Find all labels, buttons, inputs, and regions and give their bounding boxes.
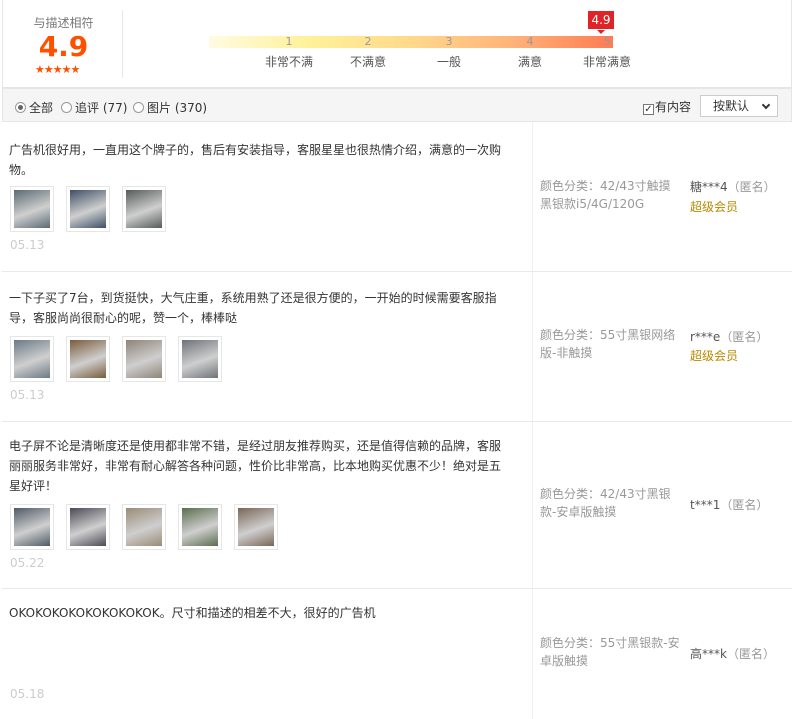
scale-tick: 5	[603, 35, 611, 48]
filter-all-radio[interactable]: 全部	[15, 99, 54, 115]
filter-label: 追评 (77)	[75, 101, 128, 115]
reviewer-nick: 糖***4	[690, 180, 728, 194]
radio-icon	[61, 102, 72, 113]
checkmark-icon: ✓	[643, 104, 654, 115]
scale-tick: 4	[526, 35, 534, 48]
review-sku: 颜色分类：42/43寸黑银款-安卓版触摸	[540, 487, 671, 519]
reviews-panel: 与描述相符 4.9 ★★★★★ 4.9 1 2 3 4 5 非常不满 不满意 一…	[2, 0, 792, 719]
review-photo[interactable]	[10, 186, 54, 232]
anonymous-tag: （匿名）	[720, 498, 769, 512]
reviewer-name: 糖***4（匿名）	[690, 178, 776, 196]
review-date: 05.22	[10, 556, 45, 570]
star-icons: ★★★★★	[35, 63, 80, 76]
reviewer-nick: 高***k	[690, 647, 727, 661]
photo-image	[70, 340, 106, 378]
review-sku: 颜色分类：55寸黑银款-安卓版触摸	[540, 636, 680, 668]
review-photo[interactable]	[234, 504, 278, 550]
review-item: 一下子买了7台，到货挺快，大气庄重，系统用熟了还是很方便的，一开始的时候需要客服…	[2, 272, 792, 422]
review-item: 广告机很好用，一直用这个牌子的，售后有安装指导，客服星星也很热情介绍，满意的一次…	[2, 122, 792, 272]
review-sku: 颜色分类：42/43寸触摸黑银款i5/4G/120G	[540, 179, 671, 211]
anonymous-tag: （匿名）	[720, 330, 769, 344]
reviewer-name: r***e（匿名）	[690, 328, 768, 346]
radio-icon	[15, 102, 26, 113]
review-date: 05.13	[10, 238, 45, 252]
reviewer-name: 高***k（匿名）	[690, 645, 775, 663]
radio-icon	[133, 102, 144, 113]
scale-tick: 2	[364, 35, 372, 48]
score-value: 4.9	[38, 30, 89, 63]
review-photo[interactable]	[122, 504, 166, 550]
filter-label: 图片 (370)	[147, 101, 208, 115]
review-item: OKOKOKOKOKOKOKOKOK。尺寸和描述的相差不大，很好的广告机 05.…	[2, 589, 792, 719]
rating-scale-bar	[209, 36, 613, 48]
scale-level-label: 不满意	[349, 55, 386, 69]
review-photo[interactable]	[66, 504, 110, 550]
review-text: OKOKOKOKOKOKOKOKOK。尺寸和描述的相差不大，很好的广告机	[9, 606, 376, 620]
reviewer-name: t***1（匿名）	[690, 496, 768, 514]
review-sku: 颜色分类：55寸黑银网络版-非触摸	[540, 328, 676, 360]
scale-level-label: 满意	[517, 55, 542, 69]
reviewer-nick: t***1	[690, 498, 721, 512]
photo-image	[14, 190, 50, 228]
vip-badge: 超级会员	[690, 349, 739, 363]
review-text: 一下子买了7台，到货挺快，大气庄重，系统用熟了还是很方便的，一开始的时候需要客服…	[9, 291, 497, 325]
photo-image	[14, 508, 50, 546]
photo-image	[126, 508, 162, 546]
sort-dropdown[interactable]: 按默认	[700, 95, 778, 117]
review-text: 电子屏不论是清晰度还是使用都非常不错，是经过朋友推荐购买，还是值得信赖的品牌，客…	[9, 439, 502, 493]
photo-image	[126, 340, 162, 378]
scale-level-label: 非常满意	[582, 55, 631, 69]
review-item: 电子屏不论是清晰度还是使用都非常不错，是经过朋友推荐购买，还是值得信赖的品牌，客…	[2, 422, 792, 589]
score-marker-badge: 4.9	[588, 11, 614, 34]
scale-level-label: 非常不满	[264, 55, 313, 69]
filter-followup-radio[interactable]: 追评 (77)	[61, 99, 128, 115]
filter-images-radio[interactable]: 图片 (370)	[133, 99, 208, 115]
review-photo[interactable]	[10, 504, 54, 550]
reviewer-nick: r***e	[690, 330, 721, 344]
rating-summary: 与描述相符 4.9 ★★★★★ 4.9 1 2 3 4 5 非常不满 不满意 一…	[2, 0, 792, 88]
review-photo[interactable]	[178, 336, 222, 382]
photo-image	[182, 340, 218, 378]
photo-image	[14, 340, 50, 378]
photo-image	[182, 508, 218, 546]
scale-level-label: 一般	[436, 55, 461, 69]
filter-label: 全部	[29, 101, 54, 115]
review-filter-bar: 全部 追评 (77) 图片 (370) ✓ 有内容 按默认	[2, 88, 792, 122]
scale-tick: 1	[285, 35, 293, 48]
chevron-down-icon	[761, 100, 771, 110]
vip-badge: 超级会员	[690, 200, 739, 214]
score-box: 与描述相符 4.9 ★★★★★	[5, 10, 123, 78]
review-photo[interactable]	[178, 504, 222, 550]
anonymous-tag: （匿名）	[726, 647, 775, 661]
score-label: 与描述相符	[33, 16, 94, 30]
has-content-checkbox[interactable]: ✓ 有内容	[643, 98, 691, 115]
review-photo[interactable]	[122, 186, 166, 232]
photo-image	[70, 508, 106, 546]
photo-image	[70, 190, 106, 228]
photo-image	[238, 508, 274, 546]
review-photo[interactable]	[66, 336, 110, 382]
review-text: 广告机很好用，一直用这个牌子的，售后有安装指导，客服星星也很热情介绍，满意的一次…	[9, 143, 502, 177]
review-photo[interactable]	[10, 336, 54, 382]
review-date: 05.18	[10, 687, 45, 701]
scale-tick: 3	[445, 35, 453, 48]
anonymous-tag: （匿名）	[727, 180, 776, 194]
review-date: 05.13	[10, 388, 45, 402]
review-photo[interactable]	[66, 186, 110, 232]
has-content-label: 有内容	[655, 100, 692, 114]
photo-image	[126, 190, 162, 228]
sort-label: 按默认	[713, 99, 750, 113]
review-photo[interactable]	[122, 336, 166, 382]
